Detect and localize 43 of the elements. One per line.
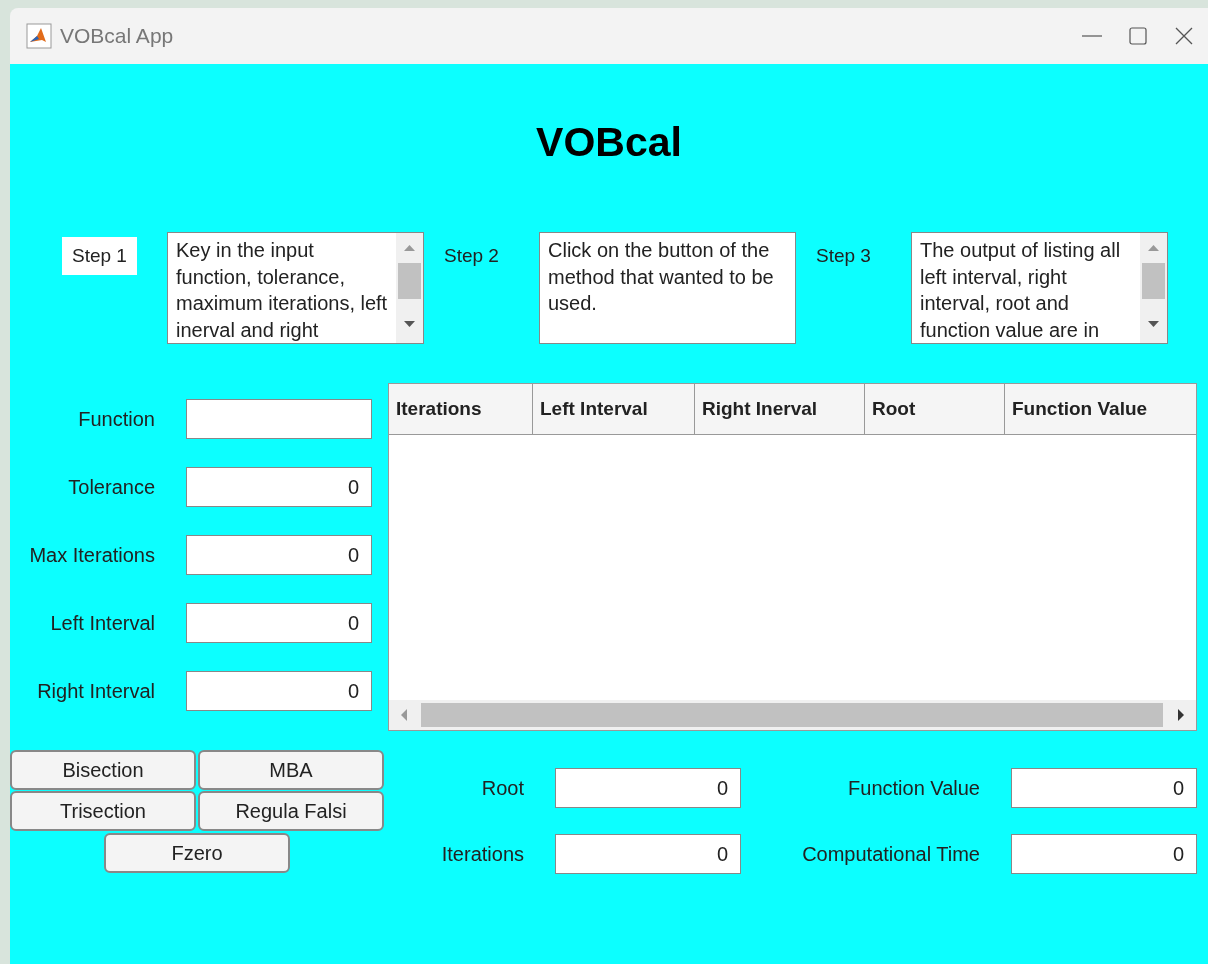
- scrollbar[interactable]: [389, 700, 1196, 730]
- field-label: Right Interval: [36, 679, 155, 703]
- field-label: Function: [77, 407, 155, 431]
- input-field[interactable]: 0: [186, 603, 372, 643]
- column-header[interactable]: Left Interval: [533, 384, 695, 434]
- step-label: Step 2: [443, 244, 500, 268]
- minimize-icon: [1082, 35, 1102, 37]
- peak-icon: [26, 23, 52, 49]
- text-area[interactable]: The output of listing all left interval, right interval, root and function value are in: [911, 232, 1168, 344]
- input-field[interactable]: 0: [186, 671, 372, 711]
- scrollbar[interactable]: [396, 233, 423, 343]
- method-button[interactable]: Trisection: [10, 791, 196, 831]
- result-label: Iterations: [440, 842, 524, 866]
- method-button[interactable]: Bisection: [10, 750, 196, 790]
- result-label: Computational Time: [801, 842, 980, 866]
- app-heading: VOBcal: [536, 118, 682, 166]
- text-area[interactable]: Key in the input function, tolerance, maximum iterations, left inerval and right: [167, 232, 424, 344]
- output-field: 0: [1011, 834, 1197, 874]
- input-field[interactable]: 0: [186, 467, 372, 507]
- output-field: 0: [1011, 768, 1197, 808]
- field-label: Left Interval: [49, 611, 155, 635]
- input-field[interactable]: 0: [186, 535, 372, 575]
- input-field[interactable]: [186, 399, 372, 439]
- column-header[interactable]: Right Inerval: [695, 384, 865, 434]
- output-field: 0: [555, 768, 741, 808]
- method-button[interactable]: Fzero: [104, 833, 290, 873]
- maximize-icon: [1129, 27, 1147, 45]
- text-area[interactable]: Click on the button of the method that wanted to be used.: [539, 232, 796, 344]
- field-label: Max Iterations: [28, 543, 155, 567]
- field-label: Tolerance: [67, 475, 155, 499]
- result-label: Root: [480, 776, 524, 800]
- column-header[interactable]: Iterations: [389, 384, 533, 434]
- step-label: Step 3: [815, 244, 872, 268]
- result-label: Function Value: [847, 776, 980, 800]
- output-field: 0: [555, 834, 741, 874]
- method-button[interactable]: Regula Falsi: [198, 791, 384, 831]
- column-header[interactable]: Function Value: [1005, 384, 1196, 434]
- scrollbar[interactable]: [1140, 233, 1167, 343]
- step-label: Step 1: [62, 237, 137, 275]
- close-icon: [1175, 27, 1193, 45]
- window-title: VOBcal App: [60, 24, 175, 48]
- column-header[interactable]: Root: [865, 384, 1005, 434]
- method-button[interactable]: MBA: [198, 750, 384, 790]
